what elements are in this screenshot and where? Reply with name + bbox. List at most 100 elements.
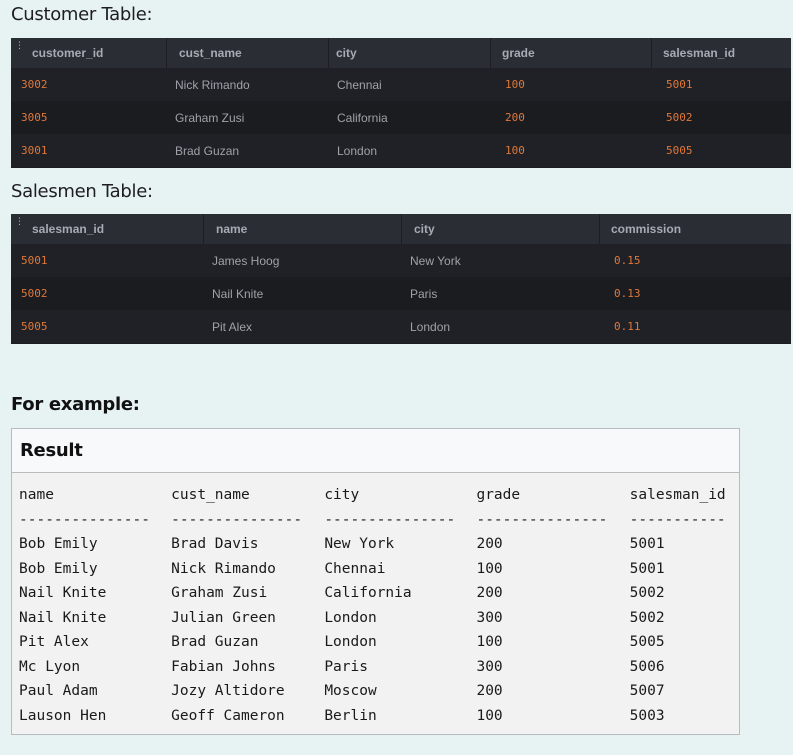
column-menu-icon[interactable]: ⋮ <box>15 41 24 54</box>
result-cell-grade: 100 <box>476 560 503 577</box>
result-output: name cust_name city grade salesman_id -------… <box>12 473 739 728</box>
result-cell-name: Bob Emily <box>19 536 98 552</box>
cell-salesman-id: 5002 <box>21 287 48 300</box>
result-cell-grade: 200 <box>476 683 503 699</box>
result-header-row: name cust_name city grade salesman_id <box>19 483 739 508</box>
salesmen-table-title: Salesmen Table: <box>11 181 153 202</box>
separator: --------------- <box>324 511 456 528</box>
column-header-city[interactable]: city <box>402 214 600 244</box>
separator: --------------- <box>476 511 608 528</box>
result-cell-salesman-id: 5001 <box>629 560 665 577</box>
result-cell-grade: 100 <box>476 634 503 650</box>
cell-commission: 0.11 <box>614 320 641 333</box>
salesmen-table: ⋮ salesman_id name city commission 5001 … <box>11 214 791 344</box>
result-cell-cust-name: Brad Davis <box>171 536 259 552</box>
cell-salesman-id: 5001 <box>666 78 693 91</box>
result-row: Pit Alex Brad Guzan London 100 5005 <box>19 630 739 655</box>
table-row: 5001 James Hoog New York 0.15 <box>11 244 791 277</box>
result-title: Result <box>12 429 739 473</box>
cell-grade: 100 <box>505 144 525 157</box>
cell-city: New York <box>410 253 461 268</box>
customer-table-header: ⋮ customer_id cust_name city grade sales… <box>11 38 791 68</box>
result-row: Bob Emily Brad Davis New York 200 5001 <box>19 532 739 557</box>
result-col-name: name <box>19 487 54 503</box>
result-cell-name: Bob Emily <box>19 560 98 577</box>
result-cell-salesman-id: 5003 <box>629 707 665 724</box>
result-cell-grade: 300 <box>476 609 503 626</box>
result-cell-name: Paul Adam <box>19 683 98 699</box>
column-header-name[interactable]: name <box>204 214 402 244</box>
result-cell-salesman-id: 5007 <box>629 683 665 699</box>
result-separator-row: --------------- --------------- ----------… <box>19 508 739 533</box>
cell-cust-name: Brad Guzan <box>175 143 240 158</box>
result-cell-city: London <box>324 634 377 650</box>
separator: ----------- <box>629 511 726 528</box>
result-cell-grade: 300 <box>476 658 503 675</box>
cell-name: Nail Knite <box>212 286 264 301</box>
column-header-salesman-id[interactable]: salesman_id <box>652 38 791 68</box>
example-label: For example: <box>11 394 140 415</box>
table-row: 3001 Brad Guzan London 100 5005 <box>11 134 791 167</box>
result-row: Nail Knite Julian Green London 300 5002 <box>19 606 739 631</box>
result-cell-name: Lauson Hen <box>19 707 107 724</box>
cell-city: London <box>410 319 451 334</box>
result-row: Lauson Hen Geoff Cameron Berlin 100 5003 <box>19 704 739 729</box>
column-header-city[interactable]: city <box>329 38 491 68</box>
result-cell-cust-name: Brad Guzan <box>171 634 259 650</box>
column-header-commission[interactable]: commission <box>600 214 791 244</box>
column-menu-icon[interactable]: ⋮ <box>15 217 24 230</box>
column-header-customer-id[interactable]: customer_id <box>11 38 167 68</box>
cell-commission: 0.13 <box>614 287 641 300</box>
result-cell-city: California <box>324 585 412 601</box>
result-cell-cust-name: Nick Rimando <box>171 560 276 577</box>
result-cell-name: Pit Alex <box>19 634 89 650</box>
result-cell-salesman-id: 5002 <box>629 585 665 601</box>
result-col-city: city <box>324 487 360 503</box>
cell-salesman-id: 5005 <box>21 320 48 333</box>
result-col-salesman-id: salesman_id <box>629 487 726 503</box>
column-header-salesman-id[interactable]: salesman_id <box>11 214 204 244</box>
cell-salesman-id: 5005 <box>666 144 693 157</box>
result-cell-cust-name: Geoff Cameron <box>171 707 285 724</box>
cell-customer-id: 3005 <box>21 111 48 124</box>
customer-table: ⋮ customer_id cust_name city grade sales… <box>11 38 791 168</box>
cell-city: London <box>337 143 378 158</box>
cell-city: Paris <box>410 286 438 301</box>
separator: --------------- <box>171 511 303 528</box>
table-row: 3002 Nick Rimando Chennai 100 5001 <box>11 68 791 101</box>
result-cell-cust-name: Fabian Johns <box>171 658 276 675</box>
column-header-cust-name[interactable]: cust_name <box>167 38 329 68</box>
cell-cust-name: Nick Rimando <box>175 77 250 92</box>
result-cell-city: Berlin <box>324 707 377 724</box>
table-row: 3005 Graham Zusi California 200 5002 <box>11 101 791 134</box>
result-cell-grade: 100 <box>476 707 503 724</box>
cell-cust-name: Graham Zusi <box>175 110 245 125</box>
cell-name: James Hoog <box>212 253 280 268</box>
result-cell-name: Nail Knite <box>19 585 107 601</box>
result-panel: Result name cust_name city grade salesman_id… <box>11 428 740 735</box>
result-col-grade: grade <box>476 487 521 503</box>
result-cell-name: Mc Lyon <box>19 658 81 675</box>
cell-grade: 200 <box>505 111 525 124</box>
cell-city: Chennai <box>337 77 382 92</box>
customer-table-title: Customer Table: <box>11 4 153 25</box>
result-cell-salesman-id: 5001 <box>629 536 665 552</box>
result-cell-name: Nail Knite <box>19 609 107 626</box>
column-header-grade[interactable]: grade <box>491 38 652 68</box>
result-cell-city: London <box>324 609 377 626</box>
salesmen-table-header: ⋮ salesman_id name city commission <box>11 214 791 244</box>
result-cell-cust-name: Julian Green <box>171 609 276 626</box>
separator: --------------- <box>19 511 150 528</box>
result-col-cust-name: cust_name <box>171 487 250 503</box>
result-cell-cust-name: Graham Zusi <box>171 585 268 601</box>
result-row: Nail Knite Graham Zusi California 200 5002 <box>19 581 739 606</box>
salesmen-table-body: 5001 James Hoog New York 0.15 5002 Nail … <box>11 244 791 343</box>
cell-name: Pit Alex <box>212 319 253 334</box>
table-row: 5005 Pit Alex London 0.11 <box>11 310 791 343</box>
result-cell-grade: 200 <box>476 536 503 552</box>
cell-salesman-id: 5001 <box>21 254 48 267</box>
result-cell-salesman-id: 5005 <box>629 634 665 650</box>
cell-grade: 100 <box>505 78 525 91</box>
result-row: Mc Lyon Fabian Johns Paris 300 5006 <box>19 655 739 680</box>
cell-commission: 0.15 <box>614 254 641 267</box>
